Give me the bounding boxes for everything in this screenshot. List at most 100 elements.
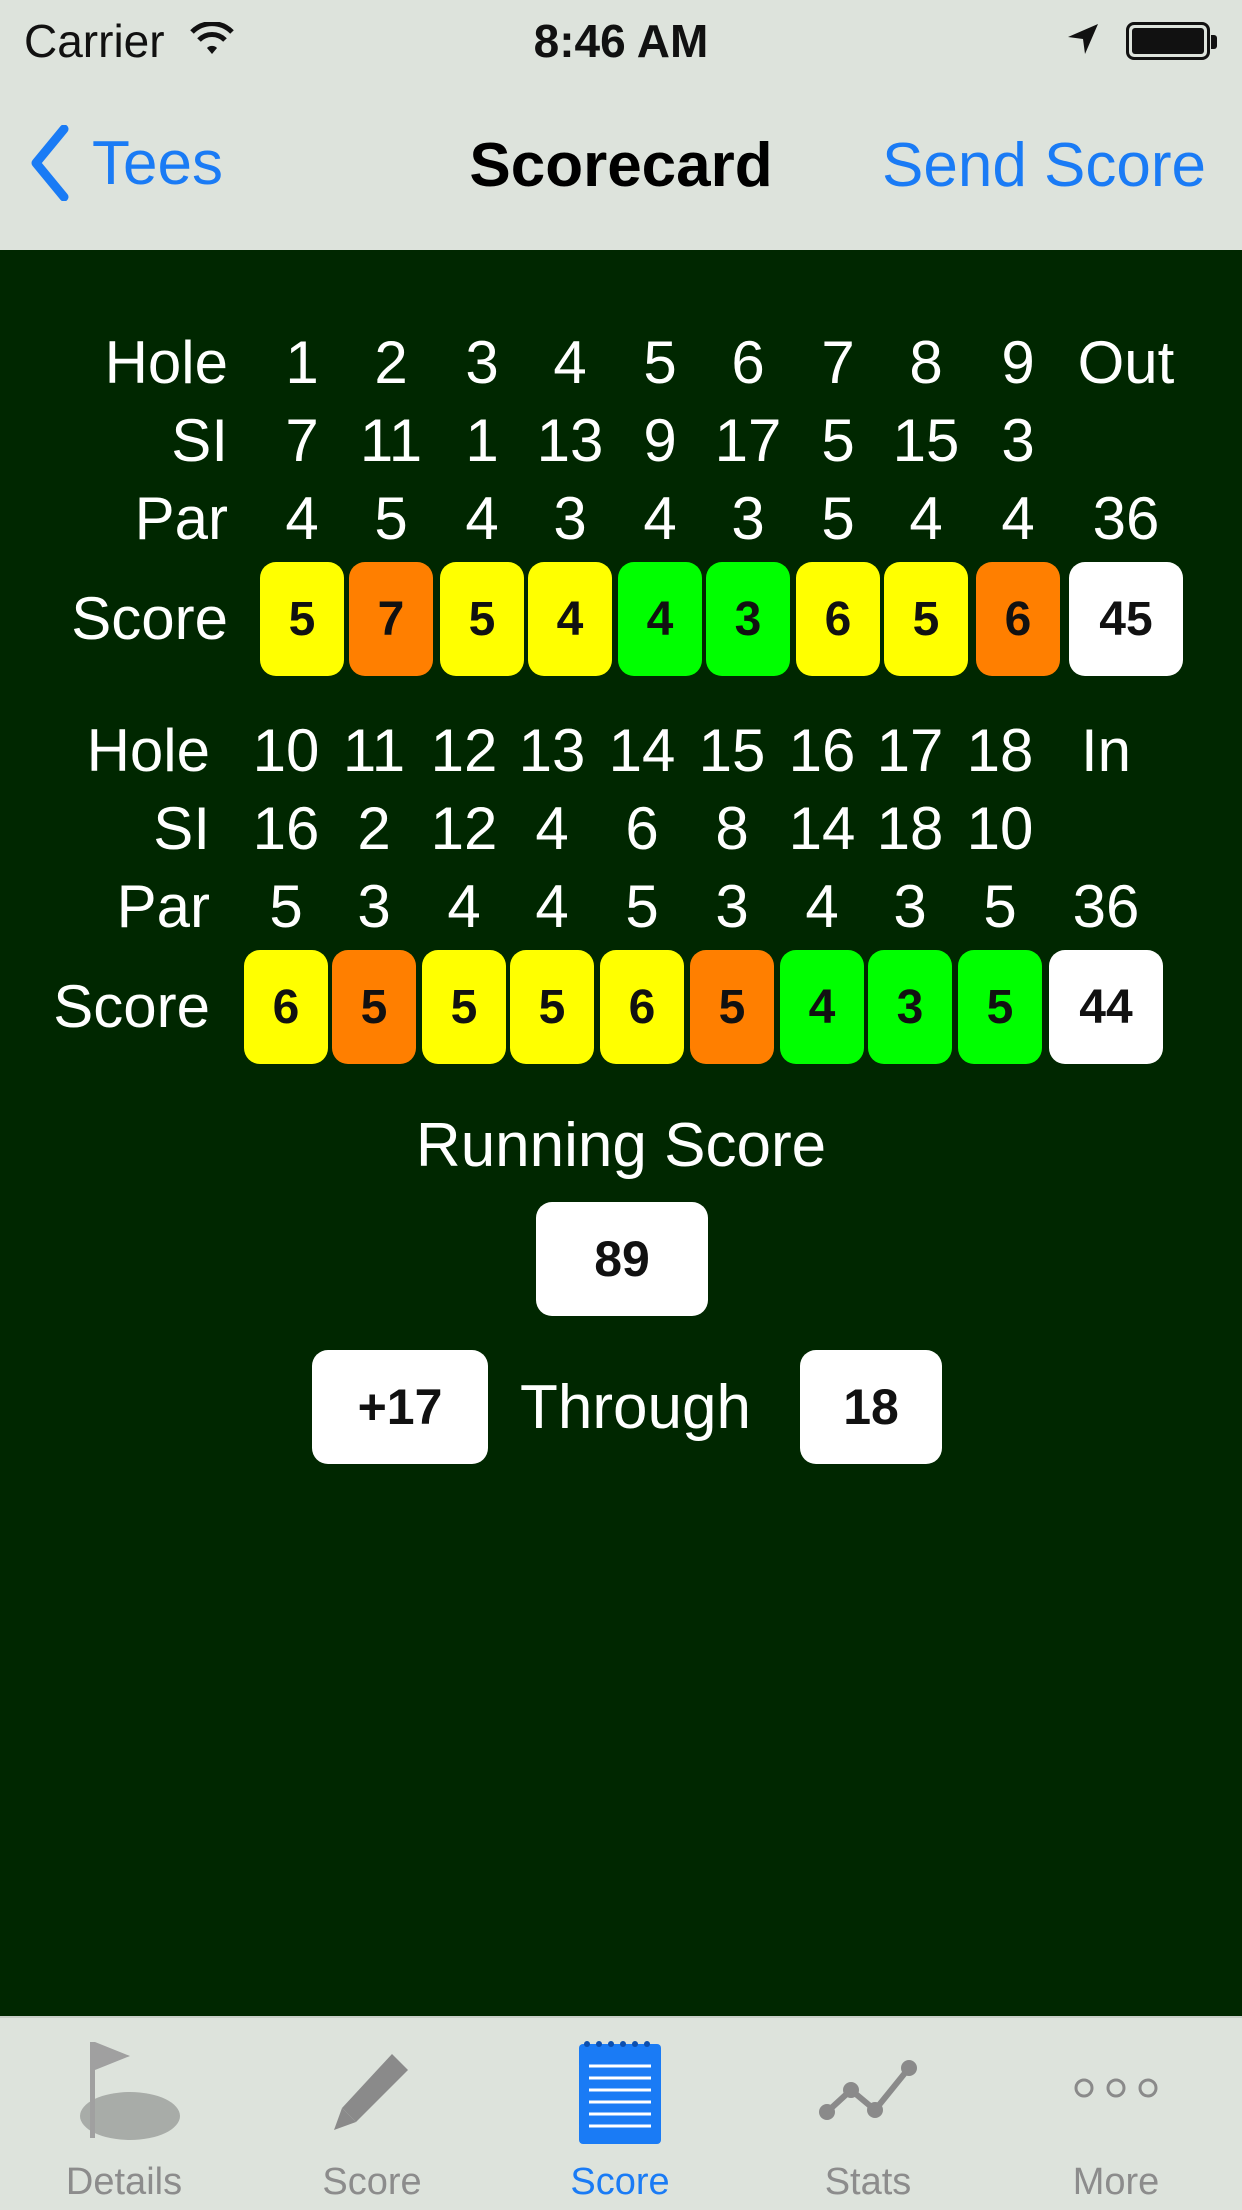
tab-scorecard[interactable]: Score: [496, 2018, 744, 2210]
score-box[interactable]: 5: [884, 562, 968, 676]
tab-details[interactable]: Details: [0, 2018, 248, 2210]
par-cell: 4: [447, 873, 481, 940]
si-cell: 9: [643, 407, 677, 474]
pencil-icon: [334, 2054, 408, 2130]
par-cell: 3: [893, 873, 927, 940]
hole-cell: 6: [731, 329, 765, 396]
si-cell: 10: [966, 795, 1034, 862]
par-cell: 5: [374, 485, 408, 552]
score-box[interactable]: 6: [244, 950, 328, 1064]
score-box[interactable]: 7: [349, 562, 433, 676]
score-box[interactable]: 6: [600, 950, 684, 1064]
score-total-box: 44: [1049, 950, 1163, 1064]
line-graph-icon: [819, 2060, 917, 2120]
hole-cell: 9: [1001, 329, 1035, 396]
tab-score-entry[interactable]: Score: [248, 2018, 496, 2210]
to-par-box: +17: [312, 1350, 488, 1464]
score-box[interactable]: 5: [260, 562, 344, 676]
hole-cell: 18: [966, 717, 1034, 784]
golf-flag-icon: [80, 2042, 180, 2140]
par-cell: 3: [731, 485, 765, 552]
par-cell: 5: [983, 873, 1017, 940]
score-row-label: Score: [53, 973, 210, 1040]
par-cell: 3: [715, 873, 749, 940]
score-total-box: 45: [1069, 562, 1183, 676]
tab-label: Stats: [824, 2161, 912, 2203]
score-box[interactable]: 3: [706, 562, 790, 676]
par-cell: 4: [535, 873, 569, 940]
score-box[interactable]: 5: [510, 950, 594, 1064]
si-cell: 7: [285, 407, 319, 474]
running-score-label: Running Score: [415, 1111, 827, 1180]
hole-cell: 11: [342, 717, 406, 784]
si-cell: 16: [252, 795, 320, 862]
score-box[interactable]: 5: [690, 950, 774, 1064]
hole-cell: 15: [698, 717, 766, 784]
hole-total-cell: In: [1080, 717, 1132, 784]
hole-cell: 10: [252, 717, 320, 784]
tab-label: Details: [65, 2161, 183, 2203]
score-box[interactable]: 5: [422, 950, 506, 1064]
hole-cell: 8: [909, 329, 943, 396]
par-cell: 4: [909, 485, 943, 552]
running-total-box: 89: [536, 1202, 708, 1316]
clock: 8:46 AM: [533, 15, 709, 67]
hole-cell: 16: [788, 717, 856, 784]
si-cell: 5: [821, 407, 855, 474]
top-bar: Carrier 8:46 AM Tees Scorecard Send Scor…: [0, 0, 1242, 250]
par-row-label: Par: [134, 485, 228, 552]
par-cell: 5: [269, 873, 303, 940]
score-box[interactable]: 5: [332, 950, 416, 1064]
si-cell: 4: [535, 795, 569, 862]
si-cell: 17: [714, 407, 782, 474]
hole-row-label: Hole: [86, 717, 210, 784]
par-cell: 5: [625, 873, 659, 940]
hole-cell: 14: [608, 717, 676, 784]
si-cell: 14: [788, 795, 856, 862]
hole-cell: 3: [465, 329, 499, 396]
score-box[interactable]: 6: [796, 562, 880, 676]
through-label: Through: [520, 1373, 751, 1442]
par-total-cell: 36: [1092, 485, 1160, 552]
hole-cell: 5: [643, 329, 677, 396]
score-box[interactable]: 3: [868, 950, 952, 1064]
par-cell: 3: [553, 485, 587, 552]
tab-label: More: [1072, 2161, 1160, 2203]
score-box[interactable]: 4: [780, 950, 864, 1064]
si-cell: 6: [625, 795, 659, 862]
si-cell: 11: [359, 407, 423, 474]
score-box[interactable]: 5: [440, 562, 524, 676]
tab-bar: Details Score Score Stats More: [0, 2016, 1242, 2210]
hole-cell: 1: [285, 329, 319, 396]
hole-cell: 4: [553, 329, 587, 396]
par-cell: 4: [805, 873, 839, 940]
si-cell: 15: [892, 407, 960, 474]
score-box[interactable]: 6: [976, 562, 1060, 676]
par-cell: 4: [465, 485, 499, 552]
par-row-label: Par: [116, 873, 210, 940]
score-box[interactable]: 4: [618, 562, 702, 676]
score-box[interactable]: 4: [528, 562, 612, 676]
si-row-label: SI: [153, 795, 210, 862]
si-cell: 2: [357, 795, 391, 862]
hole-row-label: Hole: [104, 329, 228, 396]
tab-label: Score: [322, 2161, 422, 2203]
si-cell: 12: [430, 795, 498, 862]
through-box: 18: [800, 1350, 942, 1464]
par-cell: 3: [357, 873, 391, 940]
hole-cell: 13: [518, 717, 586, 784]
score-row-label: Score: [71, 585, 228, 652]
hole-cell: 17: [876, 717, 944, 784]
tab-more[interactable]: More: [992, 2018, 1240, 2210]
score-box[interactable]: 5: [958, 950, 1042, 1064]
tab-stats[interactable]: Stats: [744, 2018, 992, 2210]
tab-label: Score: [570, 2161, 670, 2203]
par-cell: 5: [821, 485, 855, 552]
hole-total-cell: Out: [1077, 329, 1175, 396]
hole-cell: 2: [374, 329, 408, 396]
si-cell: 1: [465, 407, 499, 474]
battery-icon: [1126, 22, 1217, 60]
si-cell: 18: [876, 795, 944, 862]
send-score-button[interactable]: Send Score: [882, 130, 1206, 201]
si-row-label: SI: [171, 407, 228, 474]
